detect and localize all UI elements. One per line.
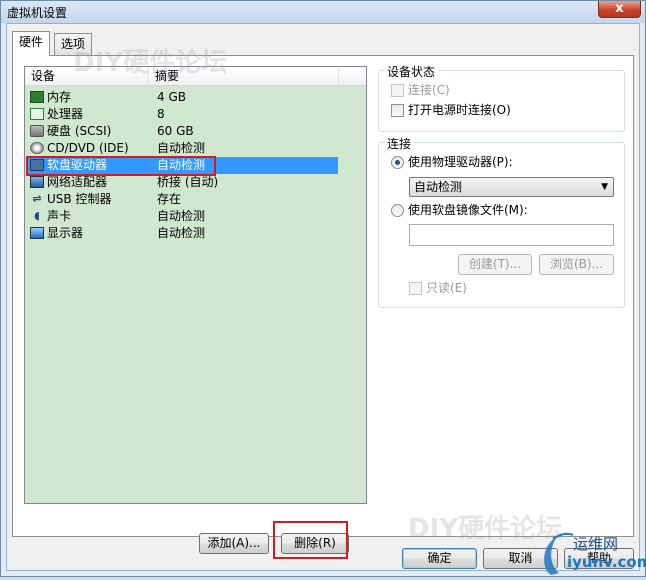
device-row-cd-dvd[interactable]: CD/DVD (IDE) 自动检测 xyxy=(27,140,338,157)
connection-group: 连接 使用物理驱动器(P): 自动检测 ▼ 使用软盘镜像文件(M): 创建(T)… xyxy=(378,135,625,308)
device-status-title: 设备状态 xyxy=(384,63,439,80)
device-summary: 自动检测 xyxy=(157,209,206,223)
device-status-group: 设备状态 连接(C) 打开电源时连接(O) xyxy=(378,63,625,132)
tab-options[interactable]: 选项 xyxy=(54,33,93,55)
chevron-down-icon: ▼ xyxy=(601,182,608,192)
use-physical-drive-label: 使用物理驱动器(P): xyxy=(408,155,513,169)
cd-dvd-icon xyxy=(30,142,44,154)
network-adapter-icon xyxy=(30,176,44,188)
device-name: 处理器 xyxy=(47,107,84,121)
column-header-device[interactable]: 设备 xyxy=(25,67,149,86)
device-name: USB 控制器 xyxy=(47,192,112,206)
window-title: 虚拟机设置 xyxy=(7,6,68,20)
usb-icon: ⇌ xyxy=(32,192,42,205)
use-image-file-label: 使用软盘镜像文件(M): xyxy=(408,203,528,217)
tab-hardware[interactable]: 硬件 xyxy=(12,31,51,56)
physical-drive-value: 自动检测 xyxy=(414,180,463,194)
close-icon: x xyxy=(615,1,624,16)
device-row-network-adapter[interactable]: 网络适配器 桥接 (自动) xyxy=(27,174,338,191)
brand-text-en: iyunv.com xyxy=(567,553,646,571)
tab-hardware-label: 硬件 xyxy=(19,35,44,49)
device-row-memory[interactable]: 内存 4 GB xyxy=(27,89,338,106)
title-bar[interactable]: 虚拟机设置 x xyxy=(1,1,645,23)
physical-drive-select[interactable]: 自动检测 ▼ xyxy=(409,177,614,197)
device-name: 内存 xyxy=(47,90,72,104)
create-button[interactable]: 创建(T)... xyxy=(458,254,532,275)
device-summary: 4 GB xyxy=(157,90,186,104)
device-summary: 8 xyxy=(157,107,165,121)
connected-checkbox[interactable] xyxy=(391,84,404,97)
device-row-processor[interactable]: 处理器 8 xyxy=(27,106,338,123)
device-list[interactable]: 设备 摘要 内存 4 GB 处理器 8 硬盘 (SCSI) 60 GB CD/D… xyxy=(24,66,367,504)
device-summary: 自动检测 xyxy=(157,141,206,155)
hardware-tab-panel: 设备 摘要 内存 4 GB 处理器 8 硬盘 (SCSI) 60 GB CD/D… xyxy=(12,48,634,559)
device-row-usb-controller[interactable]: ⇌ USB 控制器 存在 xyxy=(27,191,338,208)
sound-card-icon: ◖ xyxy=(34,209,40,222)
device-summary: 桥接 (自动) xyxy=(157,175,219,189)
image-file-input[interactable] xyxy=(409,224,614,246)
device-name: 硬盘 (SCSI) xyxy=(47,124,112,138)
hard-disk-icon xyxy=(30,125,44,137)
ok-button[interactable]: 确定 xyxy=(402,548,477,569)
connect-on-power-on-checkbox[interactable] xyxy=(391,104,404,117)
device-name: 显示器 xyxy=(47,226,84,240)
memory-icon xyxy=(30,91,44,103)
connected-label: 连接(C) xyxy=(408,83,450,97)
dialog-client-area: 硬件 选项 设备 摘要 内存 4 GB 处理器 8 硬盘 (SCSI) 60 G… xyxy=(6,23,640,571)
device-name: 声卡 xyxy=(47,209,72,223)
vm-settings-window: 虚拟机设置 x 硬件 选项 设备 摘要 内存 4 GB 处理器 8 硬盘 (SC… xyxy=(0,0,646,577)
device-row-sound-card[interactable]: ◖ 声卡 自动检测 xyxy=(27,208,338,225)
column-header-summary[interactable]: 摘要 xyxy=(149,67,339,86)
read-only-checkbox[interactable] xyxy=(409,282,422,295)
display-icon xyxy=(30,227,44,239)
device-name: 网络适配器 xyxy=(47,175,108,189)
browse-button[interactable]: 浏览(B)... xyxy=(539,254,614,275)
highlight-box-floppy xyxy=(26,156,216,176)
cpu-icon xyxy=(30,108,44,120)
connection-title: 连接 xyxy=(384,135,415,152)
brand-text-cn: 运维网 xyxy=(573,535,619,553)
device-name: CD/DVD (IDE) xyxy=(47,141,129,155)
brand-logo: 运维网 iyunv.com xyxy=(537,529,646,577)
highlight-box-remove xyxy=(273,521,348,559)
device-list-header: 设备 摘要 xyxy=(25,67,366,86)
device-summary: 60 GB xyxy=(157,124,194,138)
device-summary: 自动检测 xyxy=(157,226,206,240)
add-button[interactable]: 添加(A)... xyxy=(199,533,269,554)
read-only-label: 只读(E) xyxy=(426,281,467,295)
use-physical-drive-radio[interactable] xyxy=(391,156,404,169)
tab-options-label: 选项 xyxy=(61,37,86,51)
device-summary: 存在 xyxy=(157,192,182,206)
device-row-display[interactable]: 显示器 自动检测 xyxy=(27,225,338,242)
connect-on-power-on-label: 打开电源时连接(O) xyxy=(408,103,511,117)
device-row-hard-disk[interactable]: 硬盘 (SCSI) 60 GB xyxy=(27,123,338,140)
use-image-file-radio[interactable] xyxy=(391,204,404,217)
close-button[interactable]: x xyxy=(598,1,641,18)
